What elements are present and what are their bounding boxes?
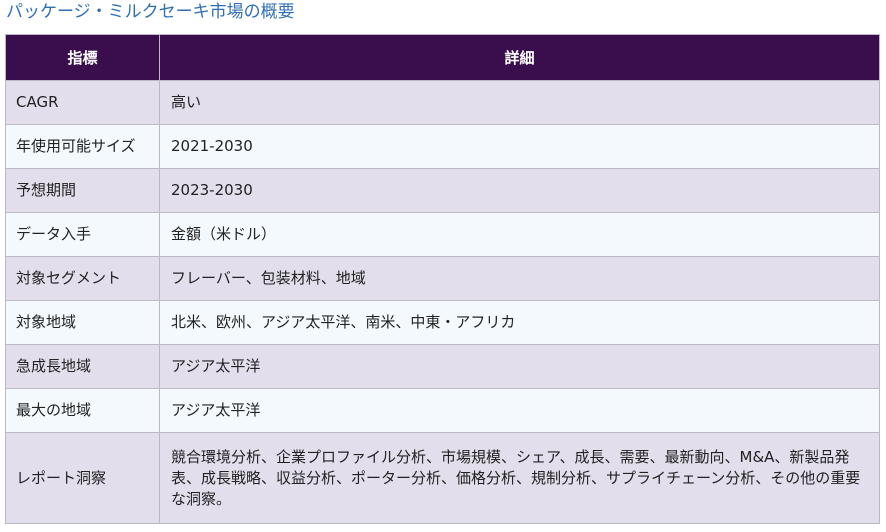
table-row: 最大の地域 アジア太平洋: [5, 388, 880, 433]
market-overview-table: 指標 詳細 CAGR 高い 年使用可能サイズ 2021-2030 予想期間 20…: [5, 34, 880, 524]
metric-cell: CAGR: [5, 80, 160, 125]
table-row: CAGR 高い: [5, 80, 880, 125]
detail-cell: 競合環境分析、企業プロファイル分析、市場規模、シェア、成長、需要、最新動向、M&…: [159, 432, 880, 524]
table-row: 予想期間 2023-2030: [5, 168, 880, 213]
detail-cell: 2021-2030: [159, 124, 880, 169]
page-title: パッケージ・ミルクセーキ市場の概要: [6, 2, 295, 22]
table-row: データ入手 金額（米ドル）: [5, 212, 880, 257]
detail-cell: 金額（米ドル）: [159, 212, 880, 257]
metric-cell: データ入手: [5, 212, 160, 257]
metric-cell: 予想期間: [5, 168, 160, 213]
table-row: 年使用可能サイズ 2021-2030: [5, 124, 880, 169]
header-metric: 指標: [5, 34, 160, 81]
metric-cell: 最大の地域: [5, 388, 160, 433]
metric-cell: 対象セグメント: [5, 256, 160, 301]
detail-cell: アジア太平洋: [159, 388, 880, 433]
detail-cell: フレーバー、包装材料、地域: [159, 256, 880, 301]
table-header-row: 指標 詳細: [5, 34, 880, 81]
detail-cell: アジア太平洋: [159, 344, 880, 389]
detail-cell: 高い: [159, 80, 880, 125]
metric-cell: 急成長地域: [5, 344, 160, 389]
table-row: 急成長地域 アジア太平洋: [5, 344, 880, 389]
metric-cell: レポート洞察: [5, 432, 160, 524]
table-row: 対象地域 北米、欧州、アジア太平洋、南米、中東・アフリカ: [5, 300, 880, 345]
detail-cell: 北米、欧州、アジア太平洋、南米、中東・アフリカ: [159, 300, 880, 345]
metric-cell: 年使用可能サイズ: [5, 124, 160, 169]
metric-cell: 対象地域: [5, 300, 160, 345]
table-row: 対象セグメント フレーバー、包装材料、地域: [5, 256, 880, 301]
table-row: レポート洞察 競合環境分析、企業プロファイル分析、市場規模、シェア、成長、需要、…: [5, 432, 880, 524]
detail-cell: 2023-2030: [159, 168, 880, 213]
header-detail: 詳細: [159, 34, 880, 81]
